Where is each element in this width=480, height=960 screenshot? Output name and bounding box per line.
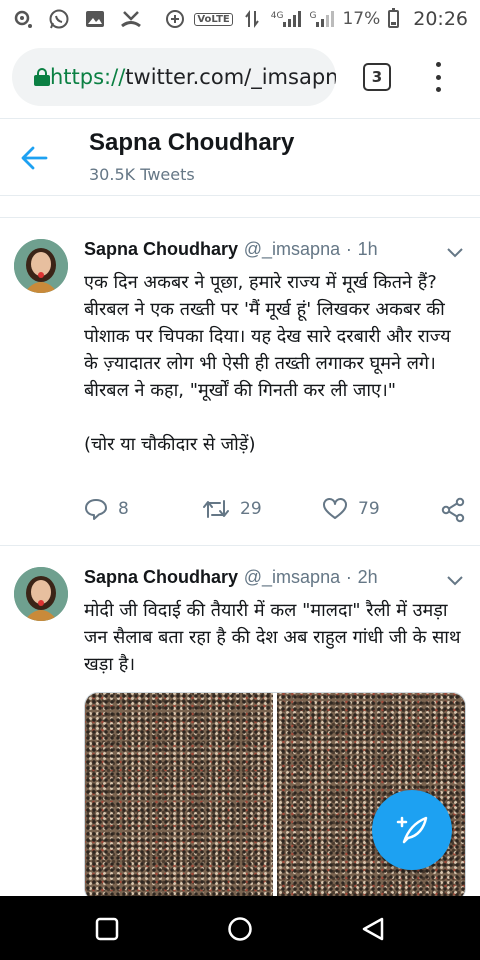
tweet-header: Sapna Choudhary @_imsapna · 2h bbox=[84, 567, 378, 588]
dot-separator: · bbox=[345, 239, 352, 259]
notification-icon bbox=[12, 8, 34, 30]
clock: 20:26 bbox=[413, 8, 468, 30]
compose-tweet-button[interactable] bbox=[372, 790, 452, 870]
url-text: https://twitter.com/_imsapna bbox=[50, 65, 336, 89]
battery-percent: 17% bbox=[342, 9, 381, 29]
dot-separator: · bbox=[345, 567, 352, 587]
reply-icon bbox=[85, 499, 107, 520]
tweet-count: 30.5K Tweets bbox=[89, 165, 195, 184]
url-bar[interactable]: https://twitter.com/_imsapna bbox=[12, 48, 336, 106]
gallery-icon bbox=[84, 8, 106, 30]
chevron-down-icon[interactable] bbox=[446, 575, 464, 587]
share-icon bbox=[441, 497, 465, 523]
recent-apps-icon[interactable] bbox=[94, 916, 120, 942]
system-navigation-bar bbox=[0, 896, 480, 960]
retweet-button[interactable]: 29 bbox=[202, 497, 262, 521]
signal-g-icon: G bbox=[309, 11, 335, 27]
compose-feather-icon bbox=[396, 816, 428, 844]
like-button[interactable]: 79 bbox=[322, 497, 380, 521]
divider bbox=[0, 196, 480, 218]
tweet-header: Sapna Choudhary @_imsapna · 1h bbox=[84, 239, 378, 260]
retweet-icon bbox=[203, 500, 229, 518]
tweet-time[interactable]: 1h bbox=[358, 239, 378, 259]
media-image[interactable] bbox=[85, 693, 273, 896]
profile-name: Sapna Choudhary bbox=[89, 129, 295, 156]
media-image[interactable] bbox=[277, 693, 465, 896]
home-icon[interactable] bbox=[227, 916, 253, 942]
battery-icon bbox=[388, 8, 400, 28]
tweet-text: एक दिन अकबर ने पूछा, हमारे राज्य में मूर… bbox=[84, 272, 451, 455]
author-handle[interactable]: @_imsapna bbox=[244, 567, 340, 587]
like-count: 79 bbox=[358, 499, 380, 519]
tab-switcher-button[interactable]: 3 bbox=[363, 63, 391, 91]
profile-header: Sapna Choudhary 30.5K Tweets bbox=[0, 118, 480, 196]
back-arrow-icon[interactable] bbox=[20, 145, 48, 171]
data-transfer-icon bbox=[241, 8, 263, 30]
share-button[interactable] bbox=[440, 497, 466, 523]
missed-call-icon bbox=[120, 8, 142, 30]
volte-badge: VoLTE bbox=[194, 12, 233, 26]
data-saver-icon bbox=[164, 8, 186, 30]
reply-count: 8 bbox=[118, 499, 129, 519]
avatar[interactable] bbox=[14, 567, 68, 621]
divider bbox=[0, 545, 480, 546]
author-handle[interactable]: @_imsapna bbox=[244, 239, 340, 259]
back-nav-icon[interactable] bbox=[360, 916, 386, 942]
signal-4g-icon: 4G bbox=[271, 11, 302, 27]
reply-button[interactable]: 8 bbox=[84, 497, 129, 521]
avatar[interactable] bbox=[14, 239, 68, 293]
whatsapp-icon bbox=[48, 8, 70, 30]
tweet-card[interactable]: Sapna Choudhary @_imsapna · 1h एक दिन अक… bbox=[0, 219, 480, 546]
tweet-actions: 8 29 79 bbox=[84, 497, 468, 527]
author-name[interactable]: Sapna Choudhary bbox=[84, 239, 238, 259]
browser-toolbar: https://twitter.com/_imsapna 3 bbox=[0, 38, 480, 118]
author-name[interactable]: Sapna Choudhary bbox=[84, 567, 238, 587]
tweet-text: मोदी जी विदाई की तैयारी में कल "मालदा" र… bbox=[84, 600, 467, 675]
chevron-down-icon[interactable] bbox=[446, 247, 464, 259]
more-menu-icon[interactable] bbox=[430, 62, 446, 92]
heart-icon bbox=[323, 498, 347, 519]
tweet-time[interactable]: 2h bbox=[358, 567, 378, 587]
status-bar: VoLTE 4G G 17% 20:26 bbox=[0, 0, 480, 38]
retweet-count: 29 bbox=[240, 499, 262, 519]
